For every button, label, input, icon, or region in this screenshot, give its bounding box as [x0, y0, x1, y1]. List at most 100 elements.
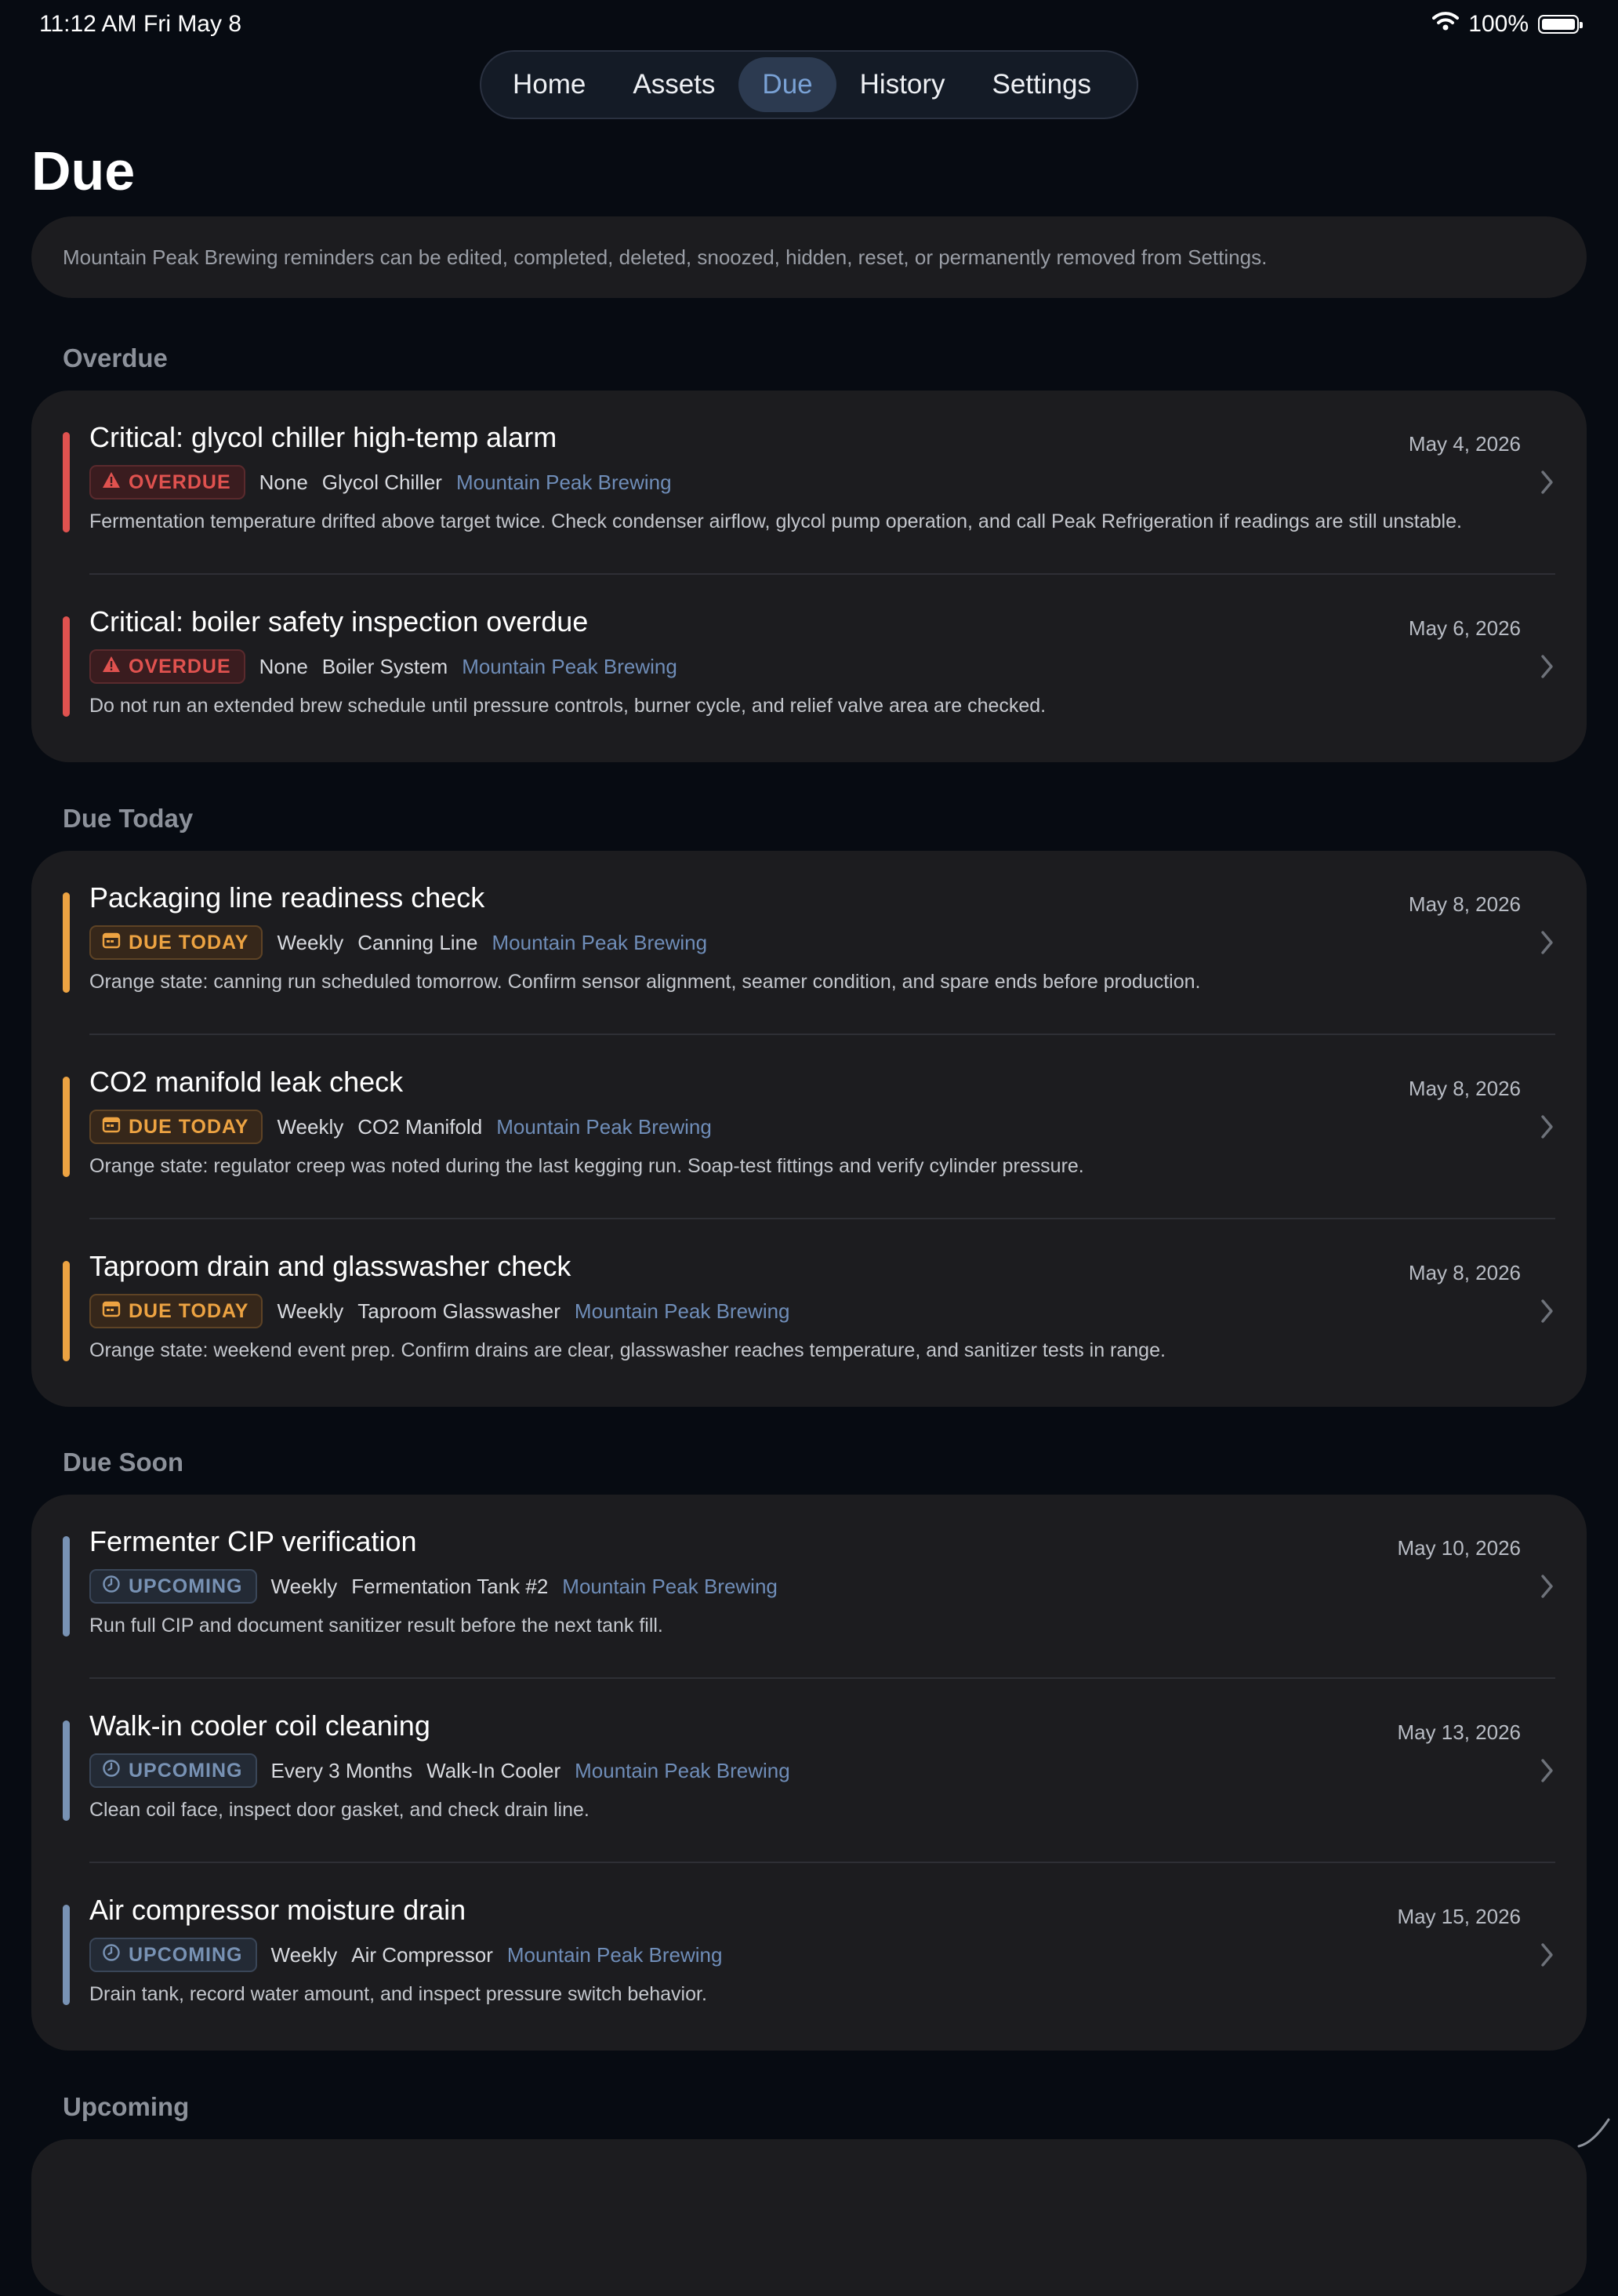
status-bar-indicator	[63, 616, 70, 717]
reminder-title: Critical: glycol chiller high-temp alarm	[89, 421, 557, 453]
info-banner-text: Mountain Peak Brewing reminders can be e…	[63, 245, 1268, 269]
chevron-right-icon[interactable]	[1540, 653, 1555, 684]
tab-settings[interactable]: Settings	[969, 57, 1115, 112]
reminder-description: Fermentation temperature drifted above t…	[89, 510, 1462, 532]
status-badge-label: UPCOMING	[129, 1575, 243, 1597]
warning-icon	[102, 656, 129, 678]
battery-icon	[1538, 15, 1583, 34]
reminder-due-date: May 15, 2026	[1397, 1905, 1521, 1928]
section-title-due-soon: Due Soon	[63, 1448, 183, 1477]
tab-history[interactable]: History	[836, 57, 969, 112]
reminder-row[interactable]: Fermenter CIP verification May 10, 2026 …	[31, 1495, 1587, 1679]
reminder-card-due-today: Packaging line readiness check May 8, 20…	[31, 851, 1587, 1407]
status-badge: OVERDUE	[89, 649, 245, 684]
reminder-asset: Canning Line	[357, 930, 478, 954]
reminder-title: CO2 manifold leak check	[89, 1066, 404, 1098]
battery-percent: 100%	[1468, 11, 1529, 37]
tab-home[interactable]: Home	[489, 57, 609, 112]
chevron-right-icon[interactable]	[1540, 1757, 1555, 1788]
reminder-card-overdue: Critical: glycol chiller high-temp alarm…	[31, 391, 1587, 762]
reminder-card-upcoming	[31, 2139, 1587, 2296]
section-title-overdue: Overdue	[63, 343, 168, 372]
reminder-due-date: May 10, 2026	[1397, 1536, 1521, 1560]
status-badge: UPCOMING	[89, 1938, 257, 1972]
pencil-scribble-icon[interactable]	[1574, 2112, 1613, 2155]
clock-icon	[102, 1575, 129, 1599]
reminder-description: Orange state: regulator creep was noted …	[89, 1155, 1084, 1177]
wifi-icon	[1432, 11, 1460, 38]
status-badge-label: DUE TODAY	[129, 1299, 249, 1322]
reminder-row[interactable]: CO2 manifold leak check May 8, 2026 DUE …	[31, 1035, 1587, 1219]
section-title-due-today: Due Today	[63, 804, 194, 833]
status-badge-label: OVERDUE	[129, 470, 231, 493]
reminder-row[interactable]: Packaging line readiness check May 8, 20…	[31, 851, 1587, 1035]
reminder-frequency: None	[259, 654, 308, 678]
reminder-meta: DUE TODAY Weekly Taproom Glasswasher Mou…	[89, 1293, 790, 1329]
reminder-row[interactable]: Air compressor moisture drain May 15, 20…	[31, 1863, 1587, 2047]
status-badge-label: DUE TODAY	[129, 931, 249, 954]
reminder-organization: Mountain Peak Brewing	[462, 654, 677, 678]
reminder-organization: Mountain Peak Brewing	[575, 1758, 790, 1782]
reminder-due-date: May 6, 2026	[1408, 616, 1521, 640]
reminder-meta: UPCOMING Every 3 Months Walk-In Cooler M…	[89, 1753, 790, 1789]
reminder-due-date: May 4, 2026	[1408, 432, 1521, 456]
status-badge: UPCOMING	[89, 1569, 257, 1604]
chevron-right-icon[interactable]	[1540, 929, 1555, 960]
status-bar-indicator	[63, 1720, 70, 1821]
status-bar-indicator	[63, 892, 70, 993]
reminder-asset: Air Compressor	[351, 1942, 493, 1967]
reminder-title: Air compressor moisture drain	[89, 1894, 466, 1926]
reminder-due-date: May 13, 2026	[1397, 1720, 1521, 1744]
clock-icon	[102, 1943, 129, 1967]
status-bar-indicator	[63, 432, 70, 532]
page-title: Due	[31, 140, 136, 202]
reminder-title: Packaging line readiness check	[89, 881, 485, 914]
reminder-frequency: Weekly	[270, 1574, 338, 1598]
info-banner: Mountain Peak Brewing reminders can be e…	[31, 216, 1587, 298]
reminder-description: Run full CIP and document sanitizer resu…	[89, 1615, 663, 1637]
tab-due[interactable]: Due	[738, 57, 836, 112]
status-bar: 11:12 AM Fri May 8 100%	[0, 0, 1618, 50]
reminder-row[interactable]: Critical: boiler safety inspection overd…	[31, 575, 1587, 759]
chevron-right-icon[interactable]	[1540, 469, 1555, 500]
reminder-organization: Mountain Peak Brewing	[506, 1942, 723, 1967]
status-bar-indicator	[63, 1261, 70, 1361]
reminder-due-date: May 8, 2026	[1408, 1077, 1521, 1100]
status-badge-label: DUE TODAY	[129, 1115, 249, 1138]
reminder-organization: Mountain Peak Brewing	[562, 1574, 778, 1598]
status-date: Fri May 8	[143, 11, 242, 37]
reminder-card-due-soon: Fermenter CIP verification May 10, 2026 …	[31, 1495, 1587, 2051]
reminder-row[interactable]: Critical: glycol chiller high-temp alarm…	[31, 391, 1587, 575]
reminder-row[interactable]: Taproom drain and glasswasher check May …	[31, 1219, 1587, 1404]
reminder-meta: DUE TODAY Weekly CO2 Manifold Mountain P…	[89, 1109, 712, 1145]
calendar-icon	[102, 932, 129, 954]
chevron-right-icon[interactable]	[1540, 1573, 1555, 1604]
reminder-title: Fermenter CIP verification	[89, 1525, 417, 1557]
reminder-meta: OVERDUE None Glycol Chiller Mountain Pea…	[89, 464, 672, 500]
reminder-description: Do not run an extended brew schedule unt…	[89, 695, 1047, 717]
reminder-asset: Walk-In Cooler	[426, 1758, 561, 1782]
reminder-organization: Mountain Peak Brewing	[496, 1114, 712, 1139]
reminder-asset: CO2 Manifold	[357, 1114, 483, 1139]
status-badge: DUE TODAY	[89, 925, 263, 960]
tab-assets[interactable]: Assets	[609, 57, 738, 112]
reminder-description: Orange state: canning run scheduled tomo…	[89, 971, 1201, 993]
status-bar-indicator	[63, 1905, 70, 2005]
chevron-right-icon[interactable]	[1540, 1298, 1555, 1328]
reminder-title: Critical: boiler safety inspection overd…	[89, 605, 589, 638]
calendar-icon	[102, 1116, 129, 1139]
reminder-asset: Taproom Glasswasher	[357, 1299, 560, 1323]
chevron-right-icon[interactable]	[1540, 1942, 1555, 1972]
reminder-meta: UPCOMING Weekly Fermentation Tank #2 Mou…	[89, 1568, 778, 1604]
status-bar-indicator	[63, 1077, 70, 1177]
status-bar-indicator	[63, 1536, 70, 1637]
reminder-row[interactable]: Walk-in cooler coil cleaning May 13, 202…	[31, 1679, 1587, 1863]
reminder-title: Walk-in cooler coil cleaning	[89, 1709, 430, 1742]
chevron-right-icon[interactable]	[1540, 1113, 1555, 1144]
reminder-title: Taproom drain and glasswasher check	[89, 1250, 571, 1282]
status-badge: DUE TODAY	[89, 1294, 263, 1328]
reminder-description: Orange state: weekend event prep. Confir…	[89, 1339, 1166, 1361]
status-badge-label: OVERDUE	[129, 655, 231, 678]
warning-icon	[102, 471, 129, 494]
reminder-due-date: May 8, 2026	[1408, 892, 1521, 916]
